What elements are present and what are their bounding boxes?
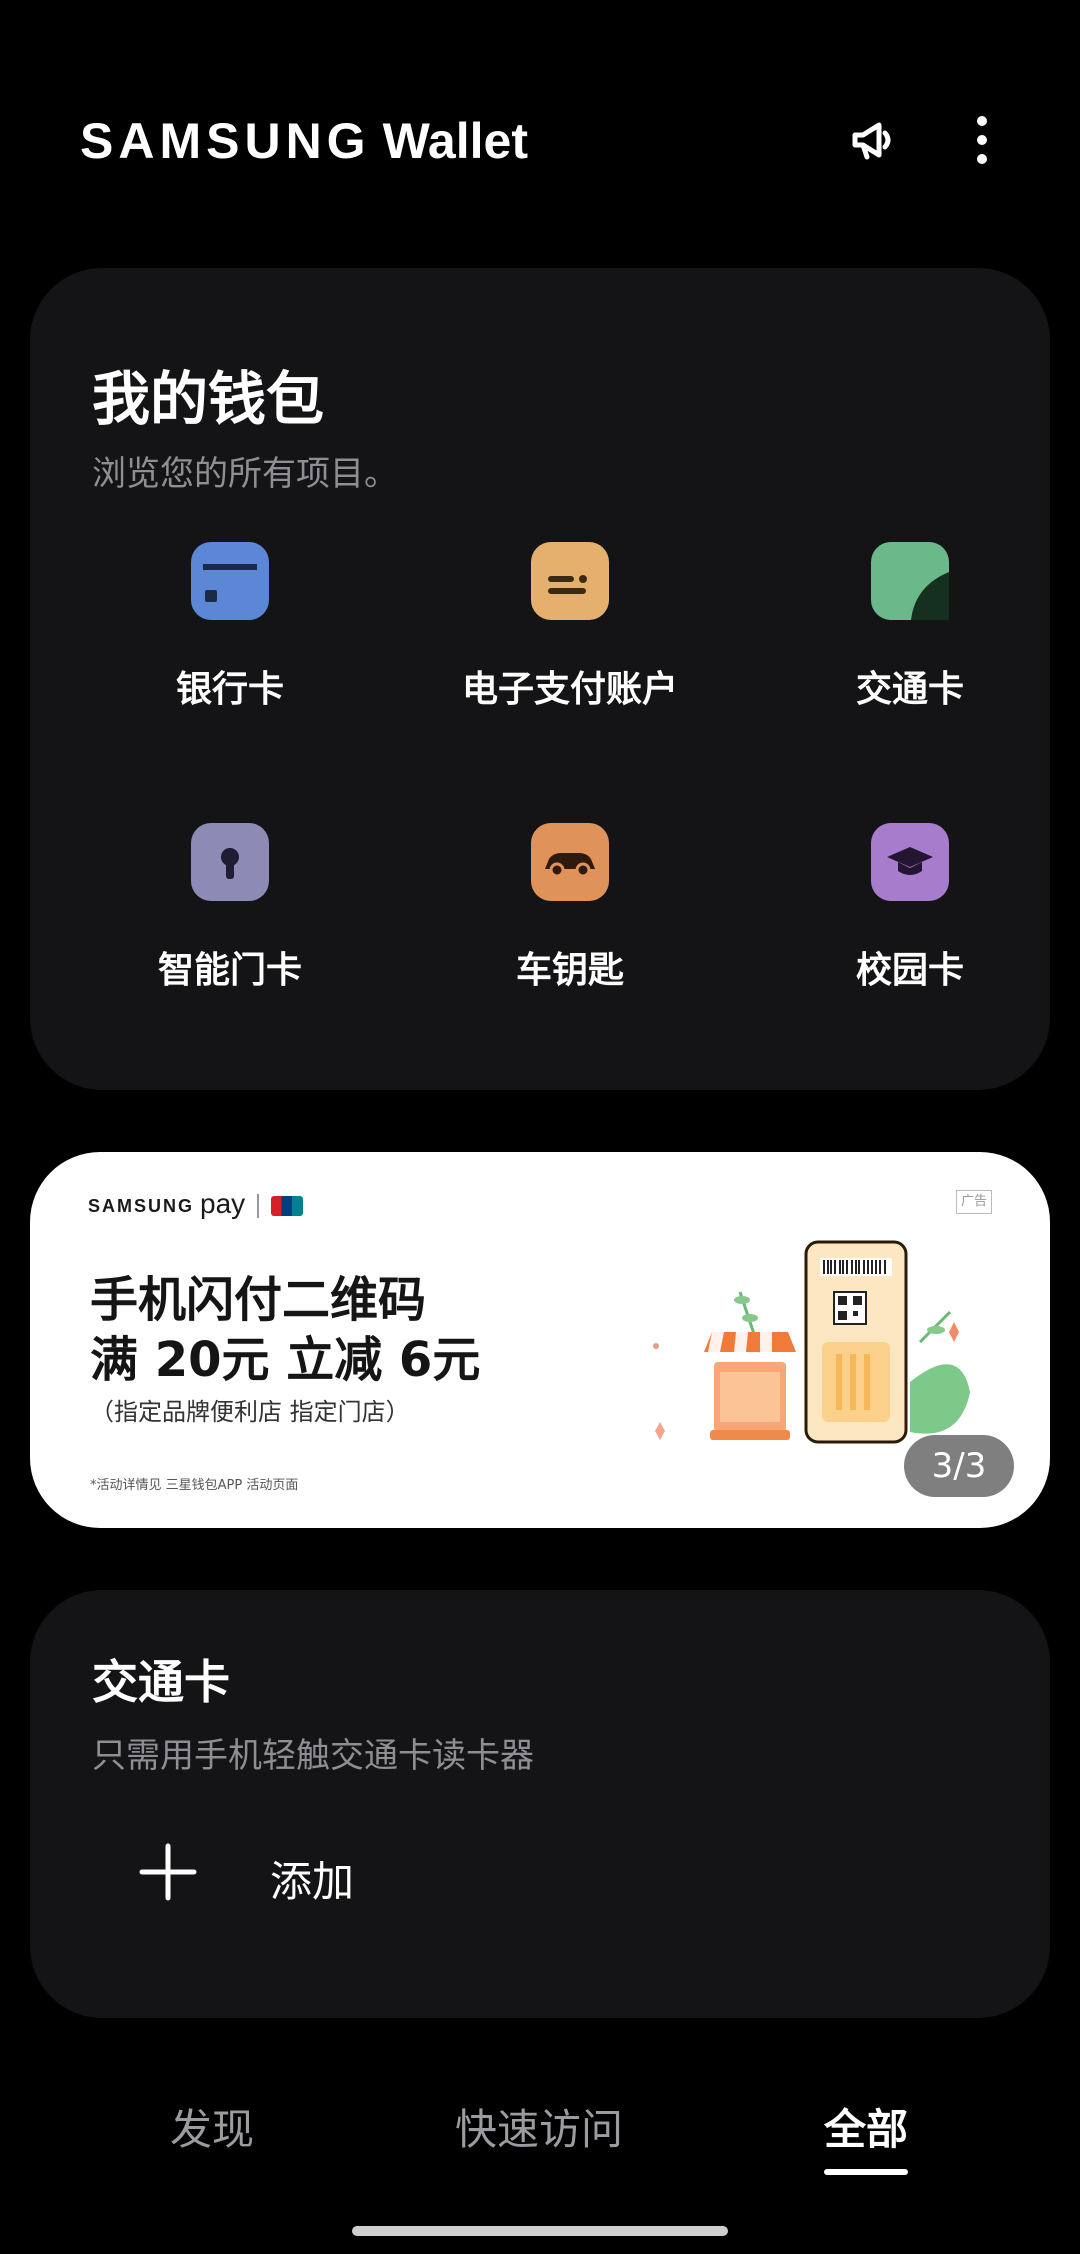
- banner-offer: 满 20元 立减 6元: [90, 1332, 481, 1388]
- bottom-navigation: 发现 快速访问 全部: [0, 2080, 1080, 2190]
- transit-subtitle: 只需用手机轻触交通卡读卡器: [92, 1736, 534, 1776]
- banner-note: （指定品牌便利店 指定门店）: [90, 1398, 410, 1426]
- wallet-title: 我的钱包: [92, 365, 325, 433]
- tab-quick-access[interactable]: 快速访问: [455, 2096, 623, 2157]
- car-key-icon: [531, 823, 609, 901]
- banner-page-indicator: 3/3: [904, 1435, 1014, 1497]
- transit-card-section: 交通卡 只需用手机轻触交通卡读卡器 添加: [30, 1590, 1050, 2018]
- campus-card-icon: [871, 823, 949, 901]
- samsung-wallet-logo: SAMSUNG Wallet: [80, 112, 528, 170]
- plus-icon: [139, 1843, 197, 1901]
- samsung-pay-logo: SAMSUNG pay: [88, 1188, 304, 1222]
- transit-card-icon: [871, 542, 949, 620]
- category-campus-card[interactable]: 校园卡: [740, 823, 1080, 1023]
- category-label: 校园卡: [855, 950, 964, 991]
- unionpay-logo: [271, 1196, 304, 1216]
- e-payment-icon: [531, 542, 609, 620]
- category-bank-card[interactable]: 银行卡: [60, 542, 400, 742]
- category-e-payment[interactable]: 电子支付账户: [400, 542, 740, 742]
- ad-tag: 广告: [956, 1190, 992, 1214]
- my-wallet-card: 我的钱包 浏览您的所有项目。 银行卡 电子支付账户 交通卡 智能门卡 车钥匙 校…: [30, 268, 1050, 1090]
- category-smart-door-card[interactable]: 智能门卡: [60, 823, 400, 1023]
- smart-key-icon: [191, 823, 269, 901]
- category-label: 智能门卡: [157, 950, 302, 991]
- category-label: 交通卡: [855, 669, 964, 710]
- transit-title: 交通卡: [92, 1655, 230, 1709]
- add-label: 添加: [270, 1857, 355, 1906]
- promo-banner[interactable]: SAMSUNG pay 广告 手机闪付二维码 满 20元 立减 6元 （指定品牌…: [30, 1152, 1050, 1528]
- banner-fine-print: *活动详情见 三星钱包APP 活动页面: [90, 1478, 299, 1493]
- tab-discover[interactable]: 发现: [170, 2096, 254, 2157]
- logo-samsung-text: SAMSUNG: [80, 113, 371, 169]
- category-label: 车钥匙: [515, 950, 624, 991]
- wallet-subtitle: 浏览您的所有项目。: [92, 454, 398, 494]
- category-transit-card[interactable]: 交通卡: [740, 542, 1080, 742]
- megaphone-icon[interactable]: [840, 108, 904, 172]
- home-indicator[interactable]: [352, 2226, 728, 2236]
- category-car-key[interactable]: 车钥匙: [400, 823, 740, 1023]
- add-transit-card-button[interactable]: 添加: [92, 1822, 592, 1922]
- more-vertical-icon[interactable]: [950, 108, 1014, 172]
- tab-all[interactable]: 全部: [824, 2096, 909, 2175]
- app-header: SAMSUNG Wallet: [0, 0, 1080, 270]
- category-label: 银行卡: [175, 669, 284, 710]
- logo-wallet-text: Wallet: [382, 113, 528, 169]
- bank-card-icon: [191, 542, 269, 620]
- category-label: 电子支付账户: [461, 669, 678, 710]
